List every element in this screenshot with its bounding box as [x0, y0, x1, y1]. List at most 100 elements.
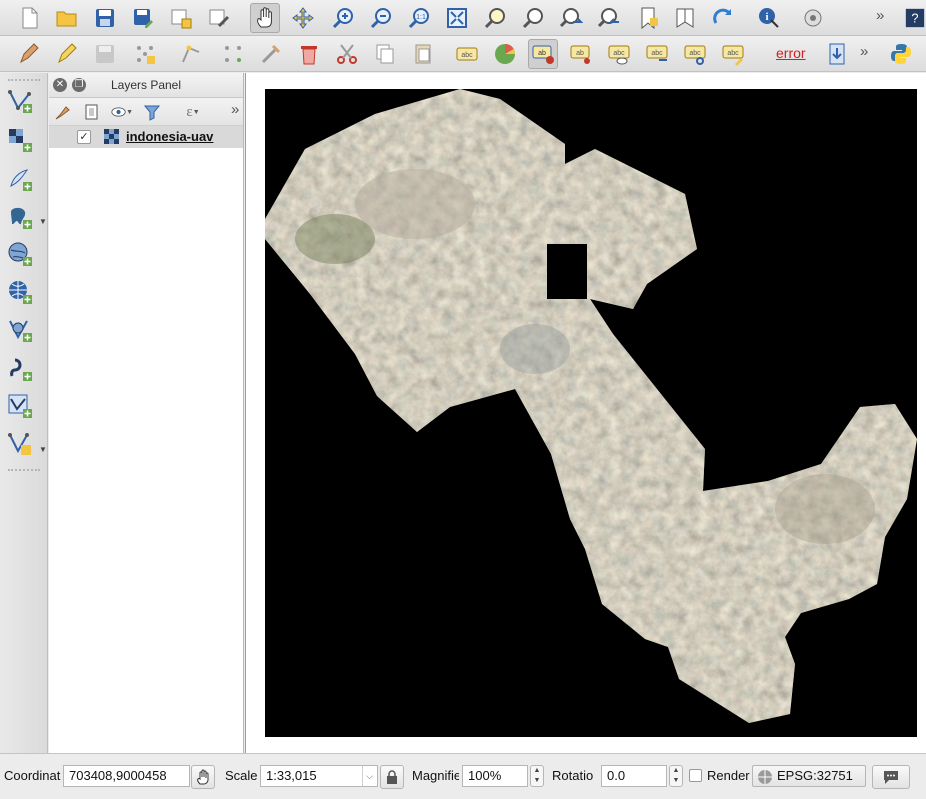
- main-toolbar: 1:1 i » ?: [0, 0, 926, 36]
- python-console-icon[interactable]: [886, 39, 916, 69]
- toggle-editing-icon[interactable]: [52, 39, 82, 69]
- filter-legend-icon[interactable]: [141, 102, 163, 122]
- move-label-icon[interactable]: abc: [642, 39, 672, 69]
- rotation-field[interactable]: 0.0: [601, 765, 667, 787]
- style-manager-icon[interactable]: [52, 102, 74, 122]
- new-shapefile-icon[interactable]: [5, 391, 35, 421]
- copy-features-icon[interactable]: [370, 39, 400, 69]
- zoom-last-icon[interactable]: [556, 3, 586, 33]
- zoom-in-icon[interactable]: [328, 3, 358, 33]
- new-bookmark-icon[interactable]: [634, 3, 664, 33]
- new-project-icon[interactable]: [14, 3, 44, 33]
- layers-panel: ✕ ❐ Layers Panel ▼ ε ▼ » ✓ indonesia-uav: [49, 73, 244, 753]
- layer-row[interactable]: ✓ indonesia-uav: [49, 126, 243, 148]
- add-feature-icon[interactable]: [130, 39, 160, 69]
- svg-text:i: i: [765, 11, 768, 23]
- help-icon[interactable]: ?: [904, 3, 926, 33]
- crs-button[interactable]: EPSG:32751: [752, 765, 866, 787]
- save-project-icon[interactable]: [90, 3, 120, 33]
- add-vector-layer-icon[interactable]: [5, 86, 35, 116]
- svg-text:abc: abc: [689, 50, 701, 57]
- add-raster-layer-icon[interactable]: [5, 125, 35, 155]
- map-canvas-area[interactable]: [245, 73, 926, 753]
- change-label-icon[interactable]: abc: [718, 39, 748, 69]
- new-layer-dropdown-icon[interactable]: ▼: [39, 445, 47, 454]
- scale-combobox[interactable]: 1:33,015: [260, 765, 378, 787]
- cut-features-icon[interactable]: [332, 39, 362, 69]
- zoom-to-selection-icon[interactable]: [480, 3, 510, 33]
- magnifier-label: Magnifier: [412, 768, 459, 783]
- pin-labels-icon[interactable]: ab: [528, 39, 558, 69]
- filter-expression-icon[interactable]: ε ▼: [177, 102, 209, 122]
- render-label: Render: [707, 768, 750, 783]
- messages-icon[interactable]: [872, 765, 910, 789]
- toolbar-overflow-icon[interactable]: »: [876, 7, 884, 24]
- coordinate-label: Coordinate: [4, 768, 61, 783]
- pan-icon[interactable]: [250, 3, 280, 33]
- svg-text:1:1: 1:1: [416, 14, 426, 21]
- zoom-full-icon[interactable]: [442, 3, 472, 33]
- save-edits-icon[interactable]: [90, 39, 120, 69]
- zoom-next-icon[interactable]: [594, 3, 624, 33]
- refresh-icon[interactable]: [708, 3, 738, 33]
- select-features-icon[interactable]: [798, 3, 828, 33]
- add-wms-layer-icon[interactable]: [5, 277, 35, 307]
- lock-scale-icon[interactable]: [380, 765, 404, 789]
- zoom-out-icon[interactable]: [366, 3, 396, 33]
- layer-name[interactable]: indonesia-uav: [126, 129, 213, 144]
- toolbar2-overflow-icon[interactable]: »: [860, 43, 868, 60]
- layout-manager-icon[interactable]: [204, 3, 234, 33]
- svg-text:?: ?: [911, 11, 918, 26]
- labeling-icon[interactable]: abc: [452, 39, 482, 69]
- pan-to-selection-icon[interactable]: [288, 3, 318, 33]
- svg-text:ab: ab: [538, 50, 546, 57]
- coordinate-field[interactable]: 703408,9000458: [63, 765, 190, 787]
- plugin-download-icon[interactable]: [822, 39, 852, 69]
- svg-text:abc: abc: [613, 50, 625, 57]
- add-wcs-layer-icon[interactable]: [5, 354, 35, 384]
- toggle-extents-icon[interactable]: [191, 765, 215, 789]
- add-wfs-layer-icon[interactable]: [5, 315, 35, 345]
- map-canvas[interactable]: [265, 89, 917, 737]
- add-group-icon[interactable]: [81, 102, 103, 122]
- diagram-icon[interactable]: [490, 39, 520, 69]
- vertex-tool-icon[interactable]: [176, 39, 206, 69]
- rotate-label-icon[interactable]: abc: [680, 39, 710, 69]
- manage-layers-toolbar: ▼ ▼: [0, 73, 48, 753]
- current-edits-icon[interactable]: [14, 39, 44, 69]
- error-link[interactable]: error: [776, 45, 806, 61]
- delete-selected-icon[interactable]: [294, 39, 324, 69]
- node-tool-icon[interactable]: [256, 39, 286, 69]
- save-as-icon[interactable]: [128, 3, 158, 33]
- magnifier-field[interactable]: 100%: [462, 765, 528, 787]
- toolbar-grip[interactable]: [8, 79, 40, 83]
- add-postgis-layer-icon[interactable]: [5, 202, 35, 232]
- postgis-dropdown-icon[interactable]: ▼: [39, 217, 47, 226]
- identify-icon[interactable]: i: [754, 3, 784, 33]
- new-print-layout-icon[interactable]: [166, 3, 196, 33]
- crs-globe-icon: [758, 770, 772, 784]
- zoom-native-icon[interactable]: 1:1: [404, 3, 434, 33]
- crs-label: EPSG:32751: [777, 768, 853, 783]
- zoom-to-layer-icon[interactable]: [518, 3, 548, 33]
- toolbar-grip[interactable]: [8, 469, 40, 473]
- manage-visibility-icon[interactable]: ▼: [111, 102, 133, 122]
- new-temp-layer-icon[interactable]: [5, 429, 35, 459]
- show-hide-labels-icon[interactable]: ab: [566, 39, 596, 69]
- show-bookmarks-icon[interactable]: [670, 3, 700, 33]
- layers-panel-title: Layers Panel: [110, 78, 182, 92]
- paste-features-icon[interactable]: [408, 39, 438, 69]
- rotation-spinner[interactable]: ▲ ▼: [669, 765, 683, 787]
- open-project-icon[interactable]: [52, 3, 82, 33]
- add-spatialite-layer-icon[interactable]: [5, 239, 35, 269]
- add-delimited-text-icon[interactable]: [5, 164, 35, 194]
- magnifier-spinner[interactable]: ▲ ▼: [530, 765, 544, 787]
- digitizing-toolbar: abc ab ab abc abc abc abc error »: [0, 36, 926, 72]
- panel-toolbar-overflow-icon[interactable]: »: [231, 101, 239, 118]
- render-checkbox[interactable]: [689, 769, 702, 782]
- layer-visibility-checkbox[interactable]: ✓: [77, 130, 91, 144]
- scale-label: Scale: [225, 768, 258, 783]
- scale-dropdown-icon[interactable]: ⌵: [362, 766, 376, 786]
- move-feature-icon[interactable]: [218, 39, 248, 69]
- preview-labels-icon[interactable]: abc: [604, 39, 634, 69]
